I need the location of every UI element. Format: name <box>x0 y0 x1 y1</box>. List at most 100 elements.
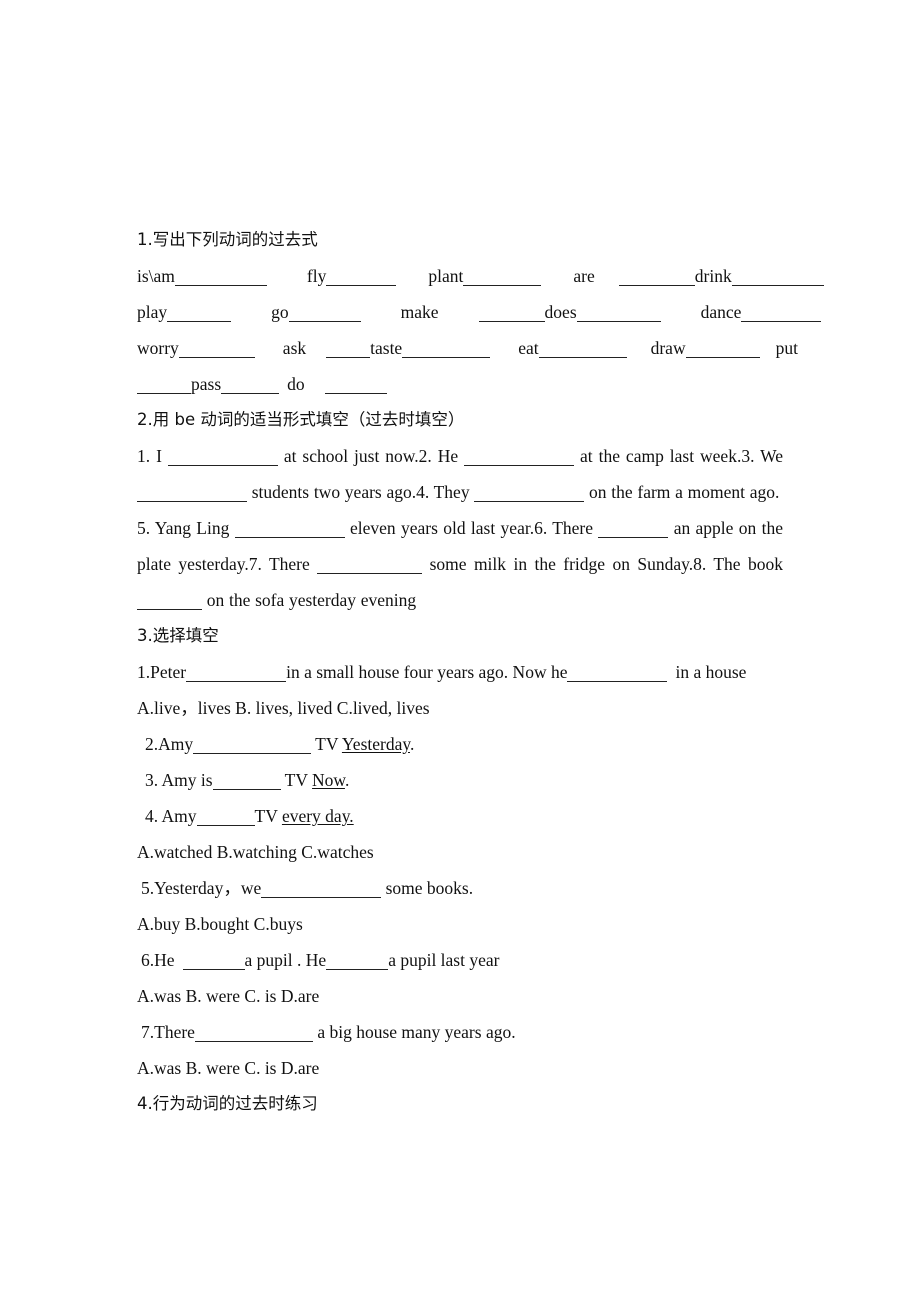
q3-tail: . <box>344 770 350 790</box>
blank-line[interactable] <box>478 304 545 322</box>
blank-line[interactable] <box>167 448 278 466</box>
blank-line[interactable] <box>598 520 669 538</box>
blank-line[interactable] <box>464 448 575 466</box>
verb-word-fly: fly <box>306 266 327 286</box>
verb-word-put: put <box>775 338 798 358</box>
be-verb-paragraph-1: 1. I at school just now.2. He at the cam… <box>137 438 783 510</box>
blank-line[interactable] <box>178 340 255 358</box>
verb-word-eat: eat <box>518 338 539 358</box>
blank-line[interactable] <box>474 484 585 502</box>
choice-question-2: 2.Amy TV Yesterday. <box>137 726 783 762</box>
q5-options: A.buy B.bought C.buys <box>137 914 303 934</box>
verb-word-taste: taste <box>370 338 403 358</box>
blank-line[interactable] <box>576 304 661 322</box>
blank-line[interactable] <box>193 736 312 754</box>
blank-line[interactable] <box>567 664 668 682</box>
verb-word-dance: dance <box>700 302 742 322</box>
verb-word-plant: plant <box>428 266 464 286</box>
verb-word-play: play <box>137 302 168 322</box>
verb-word-worry: worry <box>137 338 179 358</box>
verb-word-do: do <box>287 374 305 394</box>
blank-line[interactable] <box>538 340 627 358</box>
q2-plain: TV <box>311 734 342 754</box>
verbs-row-2: play go make does dance <box>137 294 822 330</box>
q3-plain: TV <box>280 770 313 790</box>
q6-stem-before: 6.He <box>141 950 175 970</box>
blank-line[interactable] <box>212 772 281 790</box>
q3-time-adverbial: Now <box>312 770 345 790</box>
choice-question-6: 6.He a pupil . He a pupil last year <box>137 942 783 978</box>
q5-stem-before: 5.Yesterday，we <box>141 878 262 898</box>
blank-line[interactable] <box>324 376 387 394</box>
be-q1-stem: 1. I <box>137 446 162 466</box>
blank-line[interactable] <box>137 484 247 502</box>
choice-question-5: 5.Yesterday，we some books. <box>137 870 783 906</box>
blank-line[interactable] <box>234 520 345 538</box>
verb-word-draw: draw <box>650 338 686 358</box>
q4-time-adverbial: every day. <box>281 806 354 826</box>
section-4-heading: 4.行为动词的过去时练习 <box>137 1094 318 1113</box>
choice-question-1: 1.Peter in a small house four years ago. … <box>137 654 783 690</box>
be-q4-tail: on the farm a moment ago. <box>589 482 780 502</box>
blank-line[interactable] <box>463 268 542 286</box>
document-page: 1.写出下列动词的过去式 is\am fly plant are drink play g… <box>0 0 920 1302</box>
choice-question-7: 7.There a big house many years ago. <box>137 1014 783 1050</box>
be-q8-tail: on the sofa yesterday evening <box>206 590 417 610</box>
section-1-heading: 1.写出下列动词的过去式 <box>137 230 318 249</box>
q1-stem-after: in a house <box>675 662 747 682</box>
q2-time-adverbial: Yesterday <box>341 734 410 754</box>
verb-word-are: are <box>573 266 595 286</box>
blank-line[interactable] <box>618 268 695 286</box>
be-q3-stem: at the camp last week.3. We <box>580 446 783 466</box>
q6-stem-mid: a pupil . He <box>244 950 327 970</box>
q1-stem-mid: in a small house four years ago. Now he <box>286 662 568 682</box>
verb-word-drink: drink <box>694 266 732 286</box>
verb-word-ask: ask <box>282 338 307 358</box>
verbs-row-1: is\am fly plant are drink <box>137 258 824 294</box>
blank-line[interactable] <box>194 1024 313 1042</box>
blank-line[interactable] <box>137 592 202 610</box>
blank-line[interactable] <box>326 340 371 358</box>
blank-line[interactable] <box>741 304 822 322</box>
blank-line[interactable] <box>137 376 191 394</box>
q2-tail: . <box>409 734 415 754</box>
q6-stem-after: a pupil last year <box>388 950 500 970</box>
blank-line[interactable] <box>288 304 361 322</box>
q7-options: A.was B. were C. is D.are <box>137 1058 320 1078</box>
verb-word-make: make <box>400 302 439 322</box>
blank-line[interactable] <box>326 268 397 286</box>
be-q5-stem: 5. Yang Ling <box>137 518 230 538</box>
q7-stem-after: a big house many years ago. <box>312 1022 516 1042</box>
blank-line[interactable] <box>167 304 232 322</box>
q3-stem-before: 3. Amy is <box>145 770 213 790</box>
be-q8-stem: some milk in the fridge on Sunday.8. The… <box>429 554 783 574</box>
verb-word-is-am: is\am <box>137 266 175 286</box>
q5-plain: some books. <box>381 878 474 898</box>
blank-line[interactable] <box>685 340 760 358</box>
q7-stem-before: 7.There <box>141 1022 195 1042</box>
blank-line[interactable] <box>221 376 280 394</box>
blank-line[interactable] <box>196 808 255 826</box>
section-3-heading: 3.选择填空 <box>137 626 219 645</box>
verb-word-go: go <box>271 302 289 322</box>
be-q1-tail: at school just now.2. He <box>283 446 459 466</box>
verbs-row-4: pass do <box>137 366 783 402</box>
q6-options: A.was B. were C. is D.are <box>137 986 320 1006</box>
blank-line[interactable] <box>186 664 287 682</box>
blank-line[interactable] <box>326 952 389 970</box>
q4-stem-before: 4. Amy <box>145 806 197 826</box>
blank-line[interactable] <box>182 952 245 970</box>
be-q6-stem: eleven years old last year.6. There <box>350 518 594 538</box>
document-body: 1.写出下列动词的过去式 is\am fly plant are drink play g… <box>137 222 824 1122</box>
choice-question-4: 4. Amy TV every day. <box>137 798 783 834</box>
blank-line[interactable] <box>402 340 491 358</box>
blank-line[interactable] <box>731 268 824 286</box>
blank-line[interactable] <box>317 556 423 574</box>
q4-options: A.watched B.watching C.watches <box>137 842 374 862</box>
be-verb-paragraph-2: 5. Yang Ling eleven years old last year.… <box>137 510 783 618</box>
blank-line[interactable] <box>261 880 382 898</box>
verbs-row-3: worry ask taste eat draw put <box>137 330 798 366</box>
section-2-heading: 2.用 be 动词的适当形式填空（过去时填空） <box>137 410 465 429</box>
blank-line[interactable] <box>174 268 267 286</box>
verb-word-does: does <box>544 302 577 322</box>
